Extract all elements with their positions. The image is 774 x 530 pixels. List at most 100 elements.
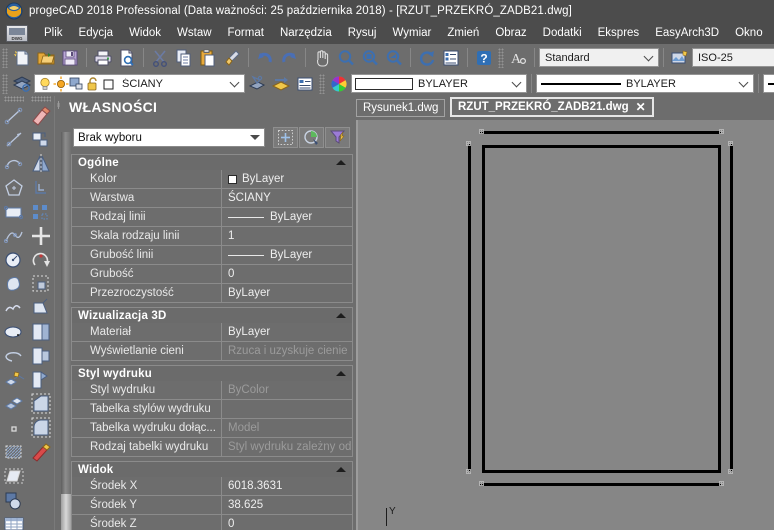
close-icon[interactable]: ✕: [636, 100, 646, 114]
refresh-regen-icon[interactable]: [416, 47, 438, 69]
property-value[interactable]: 0: [222, 265, 352, 283]
region-icon[interactable]: [2, 488, 26, 512]
mirror-icon[interactable]: [29, 152, 53, 176]
point-icon[interactable]: [2, 416, 26, 440]
properties-list-icon[interactable]: [440, 47, 462, 69]
property-value[interactable]: 1: [222, 227, 352, 245]
collapse-triangle-icon[interactable]: [336, 467, 346, 472]
property-row[interactable]: Tabelka stylów wydruku: [71, 400, 353, 419]
menu-format[interactable]: Format: [220, 25, 272, 41]
menu-wymiar[interactable]: Wymiar: [384, 25, 439, 41]
scrollbar-thumb[interactable]: [61, 494, 71, 530]
spline-icon[interactable]: [2, 224, 26, 248]
selection-combo[interactable]: Brak wyboru: [73, 128, 265, 147]
quick-filter-icon[interactable]: [325, 127, 350, 148]
fillet-icon[interactable]: [29, 416, 53, 440]
property-group-header[interactable]: Ogólne: [71, 154, 353, 170]
linetype-combo[interactable]: BYLAYER: [536, 74, 754, 93]
match-properties-brush-icon[interactable]: [221, 47, 243, 69]
trim-icon[interactable]: [29, 320, 53, 344]
solid-blob-icon[interactable]: [2, 272, 26, 296]
boundary-icon[interactable]: [2, 464, 26, 488]
property-value[interactable]: ByLayer: [222, 208, 352, 226]
menu-obraz[interactable]: Obraz: [487, 25, 534, 41]
ellipse-icon[interactable]: [2, 320, 26, 344]
property-row[interactable]: Rodzaj tabelki wydruku Styl wydruku zale…: [71, 438, 353, 457]
property-value[interactable]: ByLayer: [222, 170, 352, 188]
collapse-triangle-icon[interactable]: [336, 313, 346, 318]
menu-ekspres[interactable]: Ekspres: [590, 25, 648, 41]
text-style-icon[interactable]: A: [507, 47, 529, 69]
redo-icon[interactable]: [278, 47, 300, 69]
copy-object-icon[interactable]: [29, 128, 53, 152]
property-value[interactable]: ByLayer: [222, 246, 352, 264]
collapse-triangle-icon[interactable]: [336, 160, 346, 165]
property-value[interactable]: 38.625: [222, 496, 352, 514]
property-value[interactable]: 0: [222, 515, 352, 530]
property-group-header[interactable]: Styl wydruku: [71, 365, 353, 381]
break-at-point-icon[interactable]: [29, 368, 53, 392]
toolbar-grip[interactable]: [3, 96, 24, 102]
polygon-icon[interactable]: [2, 176, 26, 200]
menu-dodatki[interactable]: Dodatki: [535, 25, 590, 41]
rectangle-icon[interactable]: [2, 200, 26, 224]
layer-manager-icon[interactable]: [11, 73, 33, 95]
chevron-down-icon[interactable]: [246, 129, 264, 146]
drawing-canvas[interactable]: Y: [356, 120, 774, 530]
color-combo[interactable]: BYLAYER: [351, 74, 527, 93]
property-value[interactable]: 6018.3631: [222, 477, 352, 495]
explode-icon[interactable]: [29, 440, 53, 464]
property-row[interactable]: Materiał ByLayer: [71, 323, 353, 342]
open-folder-icon[interactable]: [35, 47, 57, 69]
properties-scrollbar[interactable]: [61, 132, 71, 530]
insert-block-icon[interactable]: [2, 368, 26, 392]
property-row[interactable]: Grubość 0: [71, 265, 353, 284]
lineweight-combo[interactable]: [763, 74, 774, 93]
menu-okno[interactable]: Okno: [727, 25, 771, 41]
chevron-down-icon[interactable]: [230, 79, 239, 88]
make-object-layer-current-icon[interactable]: [246, 73, 268, 95]
menu-pomoc[interactable]: Pomoc: [771, 25, 774, 41]
menu-edycja[interactable]: Edycja: [71, 25, 122, 41]
select-objects-icon[interactable]: [299, 127, 324, 148]
help-question-icon[interactable]: ?: [473, 47, 495, 69]
color-palette-icon[interactable]: [328, 73, 350, 95]
elliptical-arc-icon[interactable]: [2, 344, 26, 368]
circle-icon[interactable]: [2, 248, 26, 272]
tab-rysunek1[interactable]: Rysunek1.dwg: [356, 99, 446, 117]
property-row[interactable]: Rodzaj linii ByLayer: [71, 208, 353, 227]
lightbulb-on-icon[interactable]: [37, 76, 53, 92]
menu-widok[interactable]: Widok: [121, 25, 169, 41]
menu-rysuj[interactable]: Rysuj: [340, 25, 385, 41]
cut-scissors-icon[interactable]: [149, 47, 171, 69]
copy-icon[interactable]: [173, 47, 195, 69]
hatch-icon[interactable]: [2, 440, 26, 464]
dim-style-combo[interactable]: ISO-25: [692, 48, 774, 67]
menu-plik[interactable]: Plik: [36, 25, 71, 41]
undo-icon[interactable]: [254, 47, 276, 69]
property-row[interactable]: Środek X 6018.3631: [71, 477, 353, 496]
make-block-icon[interactable]: [2, 392, 26, 416]
property-row[interactable]: Wyświetlanie cieni Rzuca i uzyskuje cien…: [71, 342, 353, 361]
sun-thaw-icon[interactable]: [53, 76, 69, 92]
layer-properties-icon[interactable]: [294, 73, 316, 95]
stretch-icon[interactable]: [29, 296, 53, 320]
toolbar-grip[interactable]: [30, 96, 51, 102]
save-icon[interactable]: [59, 47, 81, 69]
quick-select-icon[interactable]: [273, 127, 298, 148]
menu-wstaw[interactable]: Wstaw: [169, 25, 220, 41]
property-row[interactable]: Przezroczystość ByLayer: [71, 284, 353, 303]
property-row[interactable]: Styl wydruku ByColor: [71, 381, 353, 400]
layer-combo[interactable]: ŚCIANY: [34, 74, 245, 93]
tab-rzut-przekro-zadb21[interactable]: RZUT_PRZEKRÓ_ZADB21.dwg ✕: [450, 97, 654, 117]
pan-hand-icon[interactable]: [311, 47, 333, 69]
chevron-down-icon[interactable]: [644, 53, 653, 62]
chamfer-icon[interactable]: [29, 392, 53, 416]
property-row[interactable]: Środek Z 0: [71, 515, 353, 530]
toolbar-grip[interactable]: [498, 47, 504, 68]
dwg-document-icon[interactable]: [6, 24, 28, 42]
text-style-combo[interactable]: Standard: [539, 48, 659, 67]
property-row[interactable]: Warstwa ŚCIANY: [71, 189, 353, 208]
unlock-icon[interactable]: [85, 76, 101, 92]
property-row[interactable]: Skala rodzaju linii 1: [71, 227, 353, 246]
